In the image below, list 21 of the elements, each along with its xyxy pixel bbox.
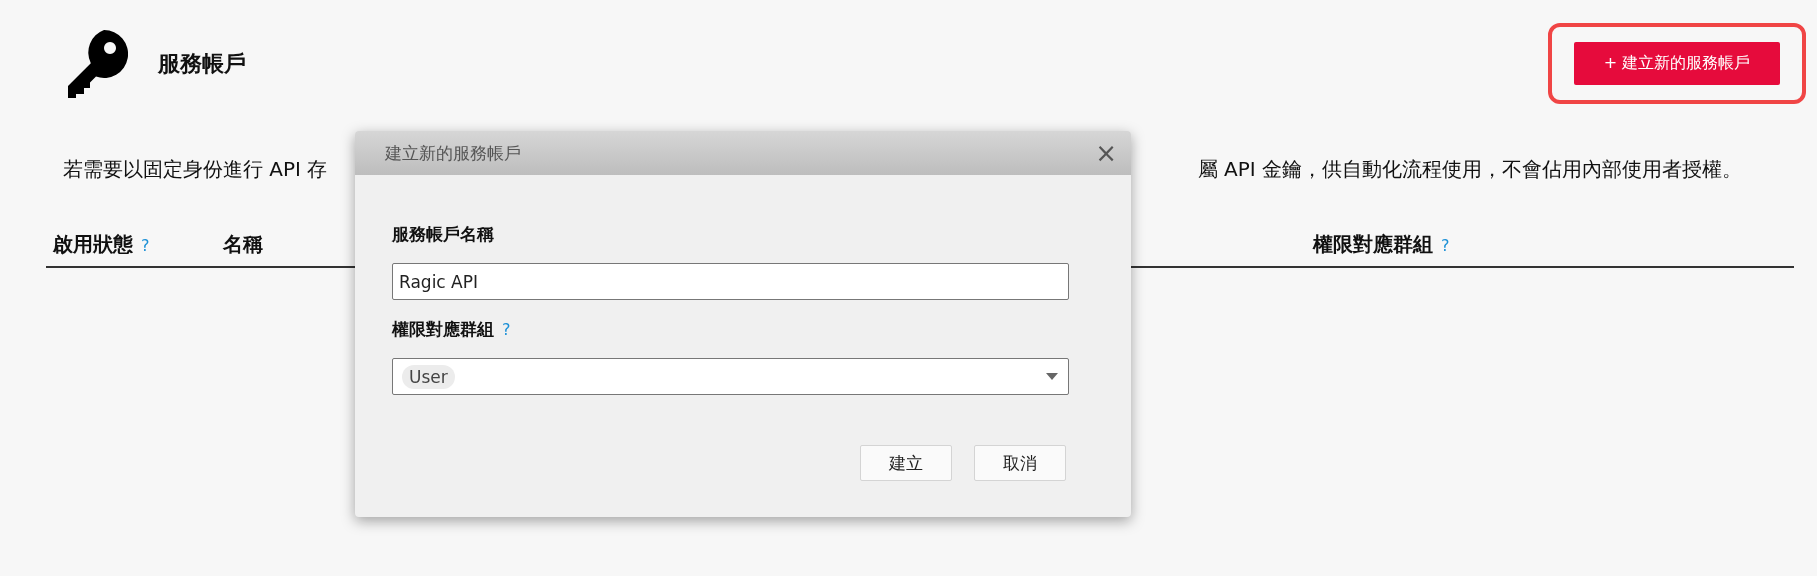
column-header: 名稱 (223, 231, 263, 258)
dialog-button[interactable]: 取消 (974, 445, 1066, 481)
dialog-button[interactable]: 建立 (860, 445, 952, 481)
help-link[interactable]: ? (502, 320, 511, 339)
description-text: 屬 API 金鑰，供自動化流程使用，不會佔用內部使用者授權。 (1197, 156, 1742, 183)
description-text: 若需要以固定身份進行 API 存 (63, 156, 328, 183)
column-header: 權限對應群組 (1313, 231, 1433, 258)
dialog-title: 建立新的服務帳戶 (385, 141, 522, 165)
key-icon (68, 29, 128, 98)
help-link[interactable]: ? (141, 236, 150, 255)
field-label: 服務帳戶名稱 (392, 223, 495, 246)
name-input-field[interactable]: Ragic API (392, 263, 1069, 300)
group-tag: User (402, 364, 455, 389)
field-label: 權限對應群組 (392, 318, 494, 341)
help-link[interactable]: ? (1441, 236, 1450, 255)
create-account-button[interactable]: + 建立新的服務帳戶 (1574, 42, 1780, 85)
caret-icon (1046, 373, 1058, 380)
group-select-field[interactable]: User (392, 358, 1069, 395)
close-button[interactable]: × (1095, 140, 1117, 166)
column-header: 啟用狀態 (53, 231, 133, 258)
page-title: 服務帳戶 (158, 49, 246, 78)
